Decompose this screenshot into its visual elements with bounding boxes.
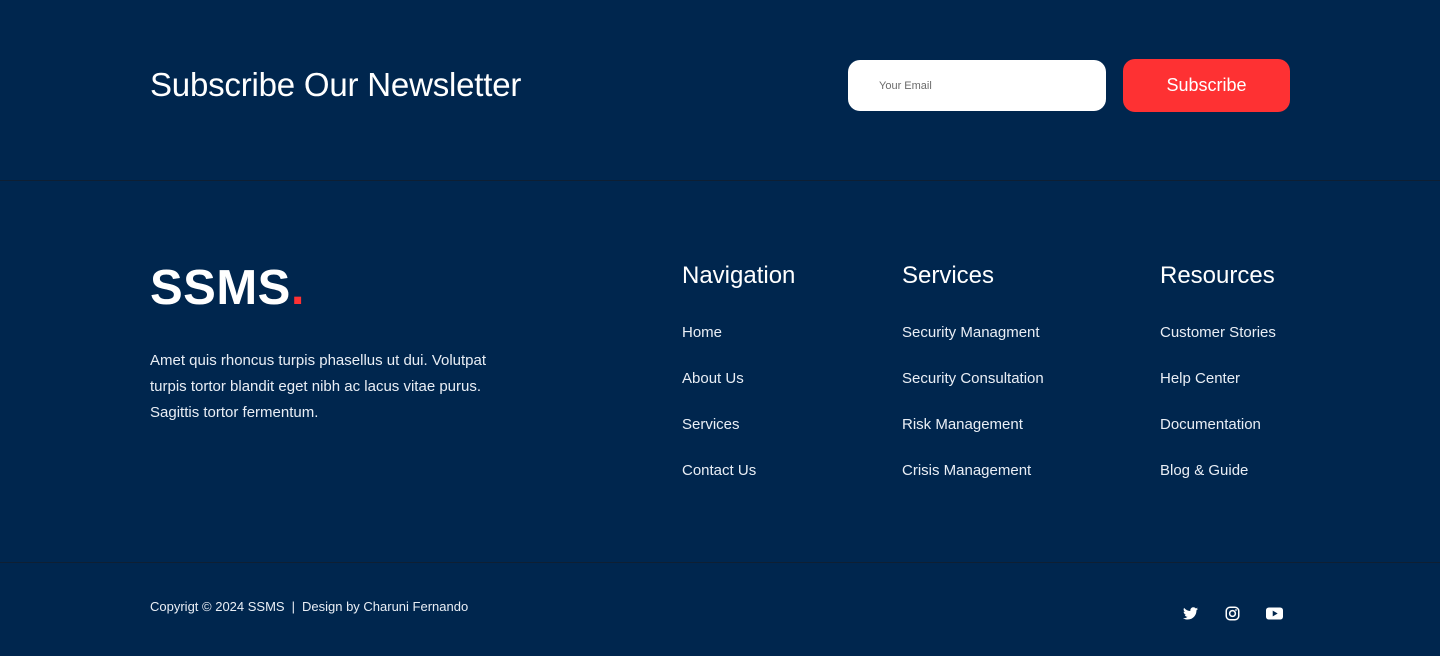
separator: | — [291, 599, 295, 614]
nav-link-about-us[interactable]: About Us — [682, 368, 744, 390]
social-links — [1180, 604, 1284, 622]
navigation-title: Navigation — [682, 262, 796, 289]
list-item: Help Center — [1160, 368, 1276, 414]
copyright-text: Copyrigt © 2024 SSMS — [150, 599, 285, 614]
service-link-crisis-management[interactable]: Crisis Management — [902, 460, 1031, 482]
list-item: About Us — [682, 368, 795, 414]
list-item: Security Managment — [902, 322, 1044, 368]
list-item: Documentation — [1160, 414, 1276, 460]
brand-name: SSMS — [150, 261, 291, 315]
list-item: Risk Management — [902, 414, 1044, 460]
navigation-column: Navigation Home About Us Services Contac… — [682, 260, 795, 506]
list-item: Crisis Management — [902, 460, 1044, 506]
list-item: Security Consultation — [902, 368, 1044, 414]
resource-link-help-center[interactable]: Help Center — [1160, 368, 1240, 390]
nav-link-contact-us[interactable]: Contact Us — [682, 460, 756, 482]
resource-link-documentation[interactable]: Documentation — [1160, 414, 1261, 436]
service-link-security-consultation[interactable]: Security Consultation — [902, 368, 1044, 390]
youtube-icon[interactable] — [1264, 604, 1284, 622]
services-list: Security Managment Security Consultation… — [902, 322, 1044, 506]
newsletter-section: Subscribe Our Newsletter Subscribe — [0, 0, 1440, 181]
resources-list: Customer Stories Help Center Documentati… — [1160, 322, 1276, 506]
list-item: Home — [682, 322, 795, 368]
brand-description: Amet quis rhoncus turpis phasellus ut du… — [150, 352, 487, 421]
list-item: Blog & Guide — [1160, 460, 1276, 506]
footer-page: Subscribe Our Newsletter Subscribe SSMS.… — [0, 0, 1440, 656]
list-item: Services — [682, 414, 795, 460]
subscribe-button[interactable]: Subscribe — [1123, 59, 1290, 112]
list-item: Customer Stories — [1160, 322, 1276, 368]
newsletter-title: Subscribe Our Newsletter — [150, 66, 522, 103]
nav-link-home[interactable]: Home — [682, 322, 722, 344]
resource-link-customer-stories[interactable]: Customer Stories — [1160, 322, 1276, 344]
resource-link-blog-guide[interactable]: Blog & Guide — [1160, 460, 1248, 482]
twitter-icon[interactable] — [1180, 604, 1200, 622]
list-item: Contact Us — [682, 460, 795, 506]
bottom-bar: Copyrigt © 2024 SSMS | Design by Charuni F… — [0, 564, 1440, 656]
email-input[interactable] — [848, 60, 1106, 111]
service-link-security-managment[interactable]: Security Managment — [902, 322, 1040, 344]
resources-column: Resources Customer Stories Help Center D… — [1160, 260, 1276, 506]
navigation-list: Home About Us Services Contact Us — [682, 322, 795, 506]
services-title: Services — [902, 262, 995, 289]
footer-main: SSMS. Amet quis rhoncus turpis phasellus… — [0, 182, 1440, 563]
brand-dot: . — [290, 261, 305, 315]
design-credit: Design by Charuni Fernando — [301, 599, 469, 614]
resources-title: Resources — [1160, 262, 1275, 289]
services-column: Services Security Managment Security Con… — [902, 260, 1044, 506]
nav-link-services[interactable]: Services — [682, 414, 740, 436]
copyright-line: Copyrigt © 2024 SSMS | Design by Charuni F… — [150, 599, 468, 614]
brand-logo[interactable]: SSMS. — [150, 260, 305, 316]
instagram-icon[interactable] — [1222, 604, 1242, 622]
service-link-risk-management[interactable]: Risk Management — [902, 414, 1023, 436]
